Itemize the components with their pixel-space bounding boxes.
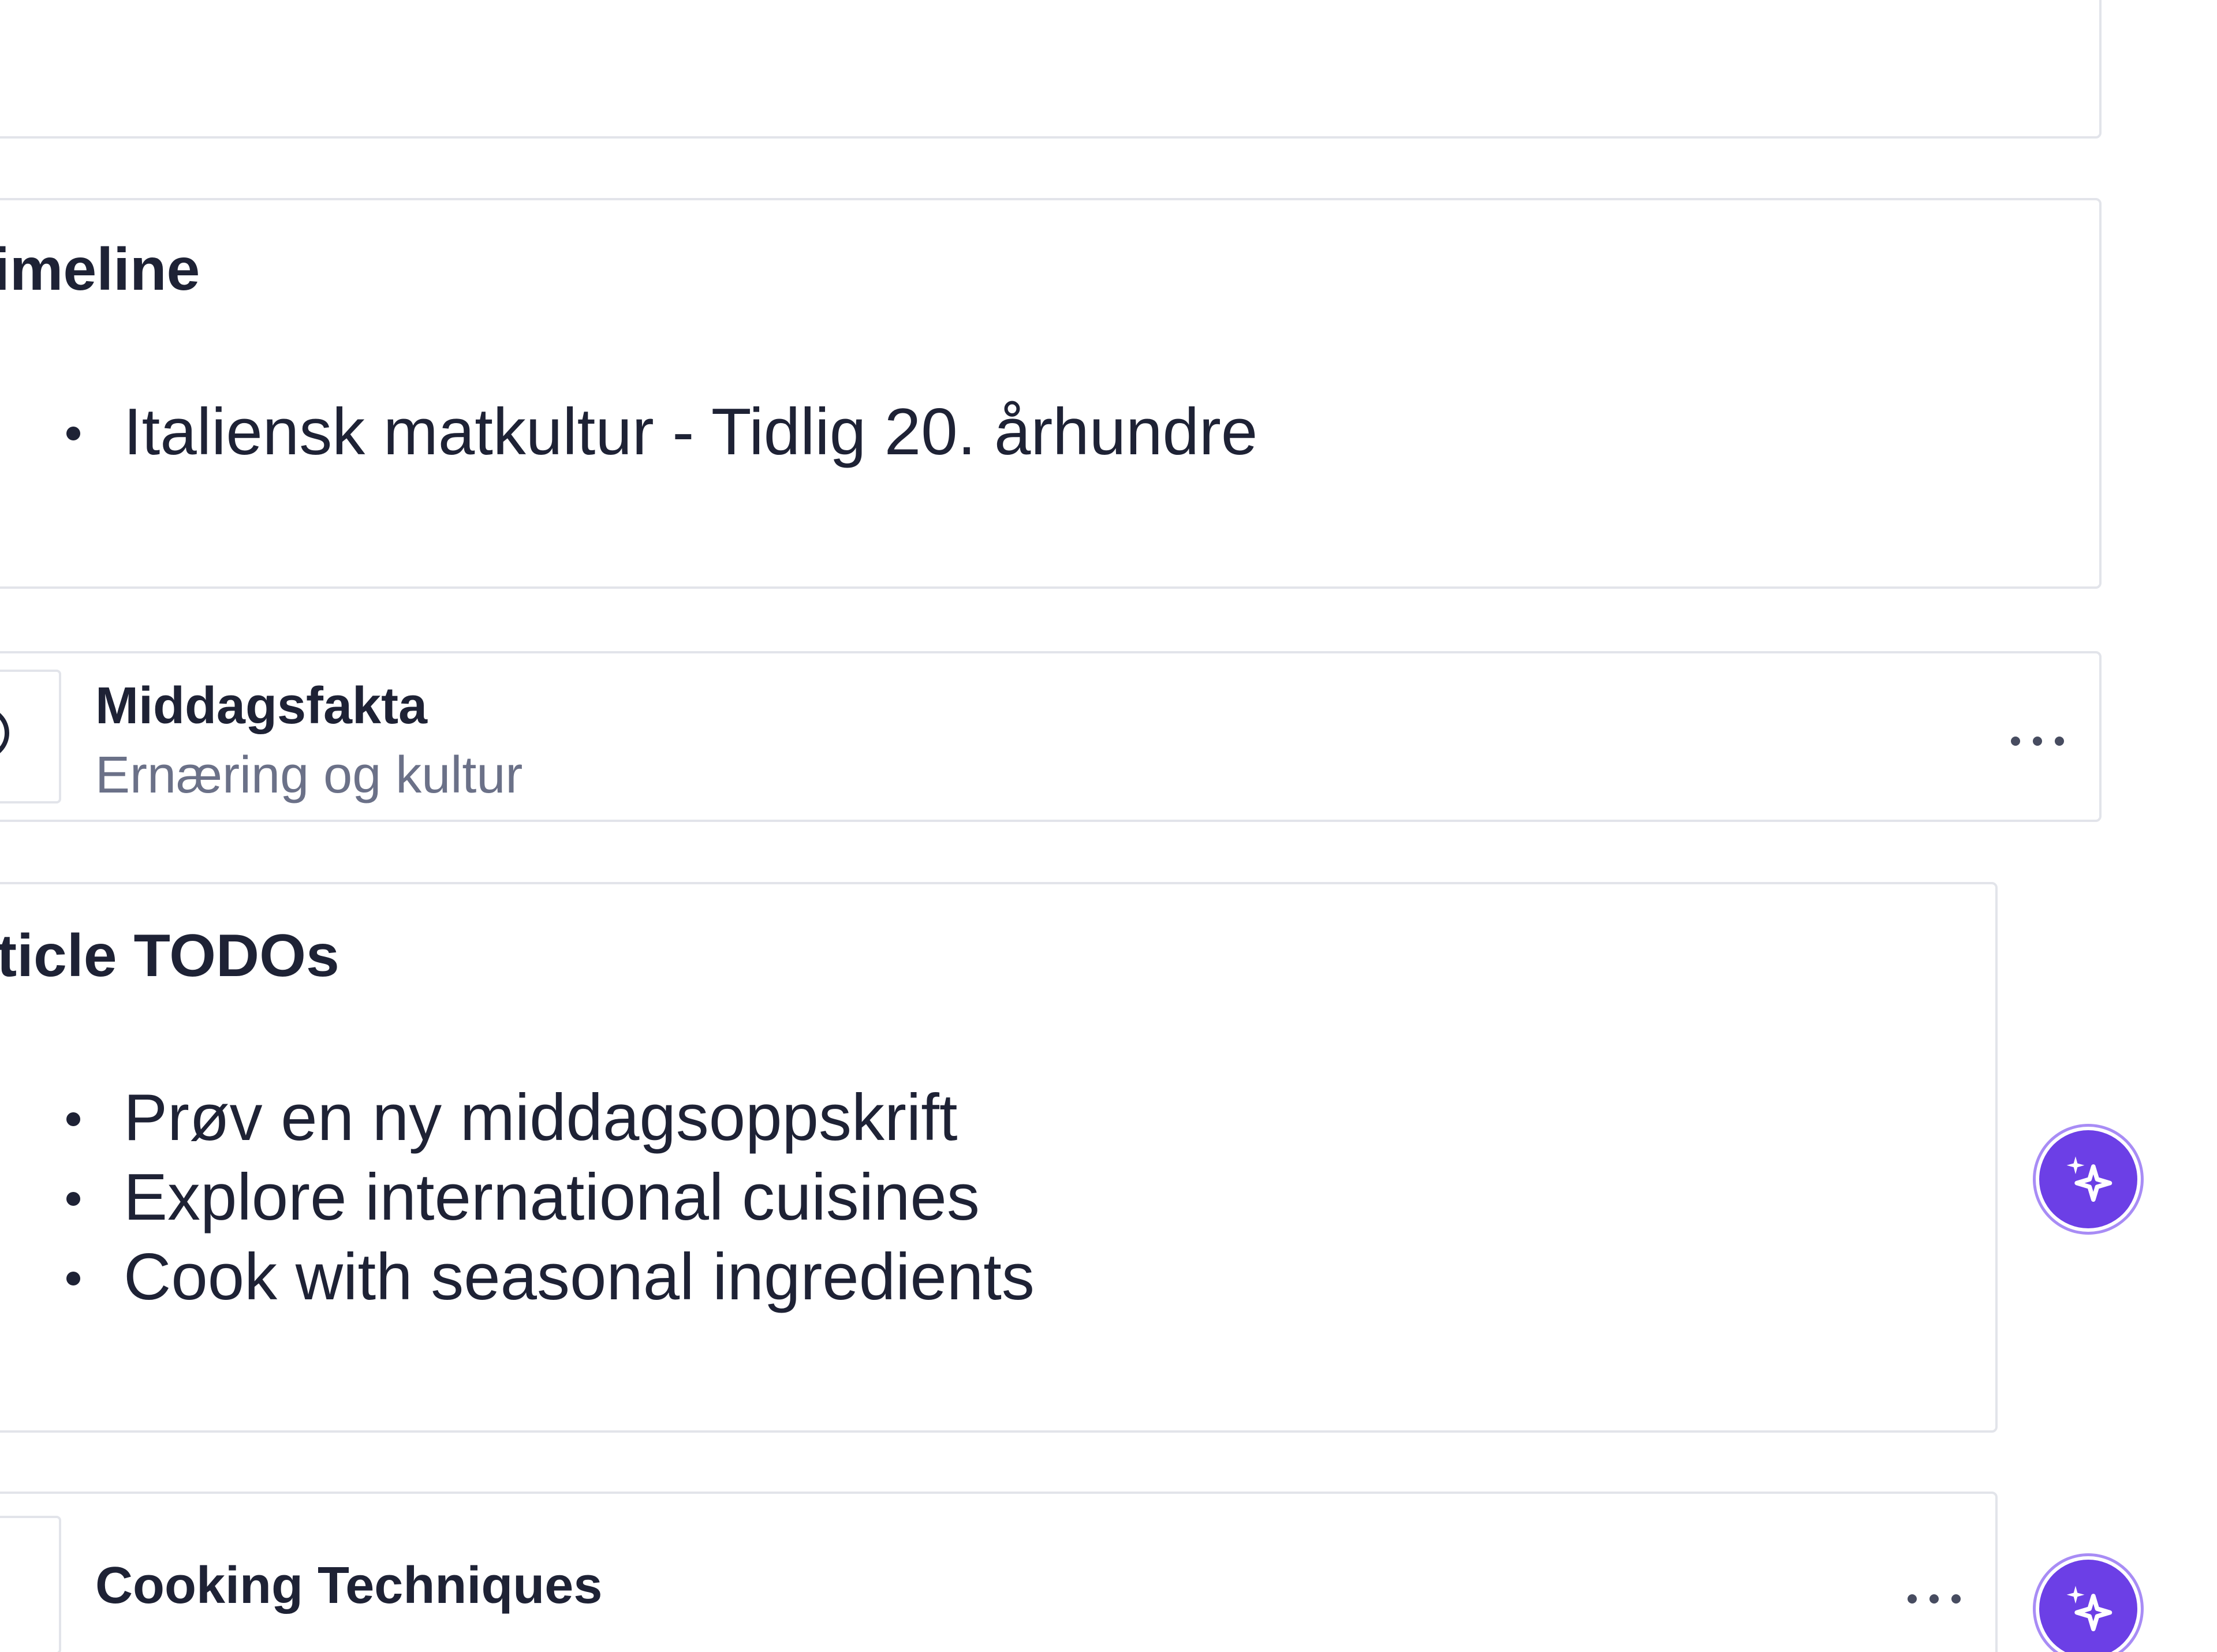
list-item-text: Explore international cuisines (124, 1161, 980, 1234)
more-horizontal-icon (2011, 737, 2020, 746)
sparkles-icon (2066, 1586, 2113, 1632)
bullet-icon (66, 1192, 80, 1206)
list-item-text: Italiensk matkultur - Tidlig 20. århundr… (124, 395, 1258, 469)
more-horizontal-icon (1908, 1594, 1917, 1604)
list-item-text: Cook with seasonal ingredients (124, 1240, 1035, 1314)
bullet-icon (66, 1112, 80, 1126)
content-block-card (0, 0, 2102, 139)
more-options-button[interactable] (2003, 724, 2072, 758)
item-title[interactable]: Middagsfakta (95, 680, 427, 732)
list-item-text: Prøv en ny middagsoppskrift (124, 1081, 958, 1154)
item-subtitle: Ernæring og kultur (95, 746, 523, 804)
more-options-button[interactable] (1899, 1582, 1969, 1616)
circle-icon (0, 707, 9, 760)
timeline-heading: imeline (0, 236, 200, 303)
bullet-icon (66, 427, 80, 440)
item-thumbnail (0, 670, 61, 803)
ai-assist-button[interactable] (2039, 1130, 2137, 1228)
bullet-icon (66, 1272, 80, 1285)
ai-assist-button[interactable] (2039, 1560, 2137, 1652)
todos-heading: rticle TODOs (0, 922, 339, 989)
sparkles-icon (2066, 1156, 2113, 1202)
item-title[interactable]: Cooking Techniques (95, 1560, 602, 1612)
item-thumbnail (0, 1516, 61, 1652)
